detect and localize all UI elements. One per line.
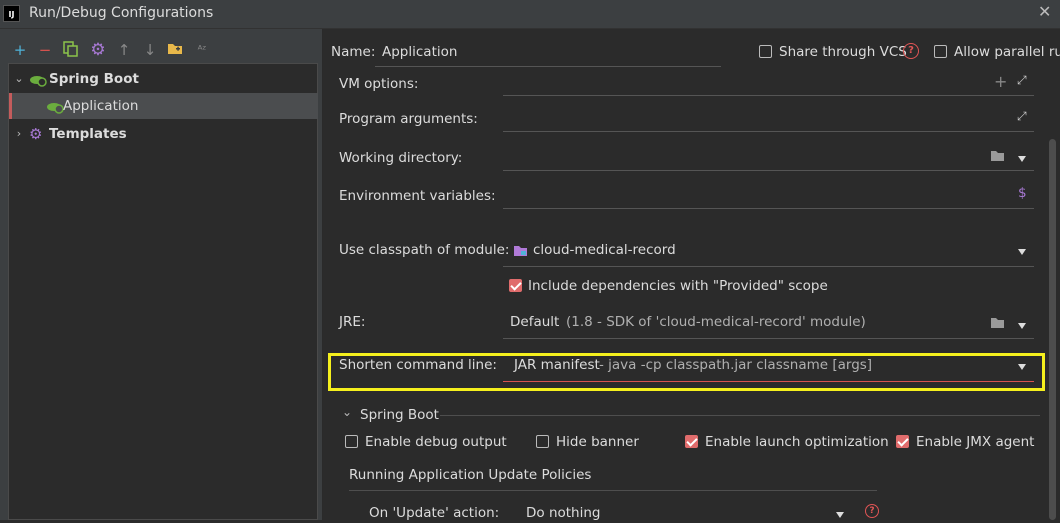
name-label: Name: (331, 44, 376, 60)
copy-icon[interactable] (62, 41, 80, 59)
env-vars-input[interactable]: $ (503, 184, 1034, 209)
include-deps-checkbox[interactable] (509, 279, 522, 292)
module-folder-icon (513, 244, 528, 261)
tree-item-application[interactable]: Application (9, 93, 318, 119)
add-icon[interactable]: + (11, 41, 29, 59)
hide-banner-label[interactable]: Hide banner (556, 434, 639, 450)
debug-output-checkbox[interactable] (345, 435, 358, 448)
jre-select[interactable]: Default (1.8 - SDK of 'cloud-medical-rec… (503, 308, 1034, 339)
folder-icon[interactable] (990, 317, 1005, 333)
folder-icon[interactable] (167, 41, 185, 59)
chevron-down-icon[interactable] (1018, 156, 1026, 162)
launch-opt-label[interactable]: Enable launch optimization (705, 434, 889, 450)
chevron-down-icon[interactable] (1018, 364, 1026, 370)
jmx-checkbox[interactable] (896, 435, 909, 448)
classpath-label: Use classpath of module: (339, 242, 510, 258)
jre-detail: (1.8 - SDK of 'cloud-medical-record' mod… (566, 314, 866, 330)
on-update-value: Do nothing (526, 505, 601, 521)
remove-icon[interactable]: − (36, 41, 54, 59)
vm-options-input[interactable]: + ⤢ (503, 71, 1034, 96)
chevron-down-icon[interactable] (1018, 249, 1026, 255)
section-divider (440, 415, 1040, 416)
program-args-input[interactable]: ⤢ (503, 107, 1034, 132)
sort-az-icon[interactable]: ᴬᶻ (193, 41, 211, 59)
close-icon[interactable]: ✕ (1038, 2, 1051, 21)
debug-output-label[interactable]: Enable debug output (365, 434, 507, 450)
share-vcs-checkbox[interactable] (759, 45, 772, 58)
shorten-cmd-label: Shorten command line: (339, 357, 497, 373)
classpath-module-select[interactable]: cloud-medical-record (503, 236, 1034, 267)
shorten-cmd-detail: - java -cp classpath.jar classname [args… (599, 357, 873, 373)
hide-banner-checkbox[interactable] (536, 435, 549, 448)
arrow-down-icon[interactable]: ↓ (141, 41, 159, 59)
arrow-up-icon[interactable]: ↑ (115, 41, 133, 59)
jre-value: Default (510, 314, 560, 330)
configuration-tree: ⌄ Spring Boot Application › ⚙ Templates (8, 63, 318, 520)
share-vcs-label[interactable]: Share through VCS (779, 44, 907, 60)
chevron-right-icon[interactable]: › (13, 121, 25, 147)
include-deps-label[interactable]: Include dependencies with "Provided" sco… (528, 278, 828, 294)
gear-icon: ⚙ (29, 125, 43, 143)
classpath-value: cloud-medical-record (533, 242, 676, 258)
intellij-app-icon: IJ (3, 5, 20, 22)
help-icon[interactable]: ? (865, 504, 879, 518)
add-icon[interactable]: + (994, 72, 1007, 91)
dollar-icon[interactable]: $ (1018, 185, 1027, 201)
settings-icon[interactable]: ⚙ (89, 41, 107, 59)
jre-label: JRE: (339, 314, 366, 330)
tree-item-label: Spring Boot (49, 71, 139, 87)
vm-options-label: VM options: (339, 76, 419, 92)
tree-item-label: Application (63, 98, 139, 114)
tree-item-templates[interactable]: › ⚙ Templates (9, 121, 318, 147)
jmx-label[interactable]: Enable JMX agent (916, 434, 1034, 450)
shorten-cmd-value: JAR manifest (514, 357, 600, 373)
update-policies-label: Running Application Update Policies (349, 467, 592, 483)
expand-icon[interactable]: ⤢ (1017, 109, 1027, 124)
name-value: Application (382, 44, 458, 60)
title-bar: IJ Run/Debug Configurations ✕ (0, 0, 1060, 29)
scrollbar-thumb[interactable] (1049, 139, 1056, 520)
program-args-label: Program arguments: (339, 111, 478, 127)
chevron-down-icon[interactable] (1018, 323, 1026, 329)
policies-divider (349, 490, 877, 491)
shorten-cmd-select[interactable]: JAR manifest - java -cp classpath.jar cl… (503, 353, 1034, 382)
working-dir-label: Working directory: (339, 150, 463, 166)
configurations-sidebar: + − ⚙ ↑ ↓ ᴬᶻ ⌄ Spring Boot Application ›… (0, 29, 323, 520)
configuration-editor: Name: Application Share through VCS ? Al… (323, 29, 1060, 523)
allow-parallel-label[interactable]: Allow parallel run (954, 44, 1060, 60)
allow-parallel-checkbox[interactable] (934, 45, 947, 58)
on-update-select[interactable]: Do nothing (523, 499, 853, 523)
env-vars-label: Environment variables: (339, 188, 496, 204)
working-dir-input[interactable] (503, 146, 1034, 171)
name-input[interactable]: Application (375, 41, 721, 67)
expand-icon[interactable]: ⤢ (1017, 73, 1027, 88)
on-update-label: On 'Update' action: (369, 505, 500, 521)
window-title: Run/Debug Configurations (29, 5, 214, 21)
help-icon[interactable]: ? (903, 43, 919, 59)
folder-icon[interactable] (990, 150, 1005, 166)
launch-opt-checkbox[interactable] (685, 435, 698, 448)
chevron-down-icon[interactable] (836, 512, 844, 518)
tree-item-label: Templates (49, 126, 127, 142)
spring-boot-section-label[interactable]: Spring Boot (360, 407, 439, 423)
chevron-down-icon[interactable]: ⌄ (13, 66, 25, 92)
tree-item-spring-boot[interactable]: ⌄ Spring Boot (9, 66, 318, 92)
chevron-down-icon[interactable]: ⌄ (342, 405, 352, 419)
